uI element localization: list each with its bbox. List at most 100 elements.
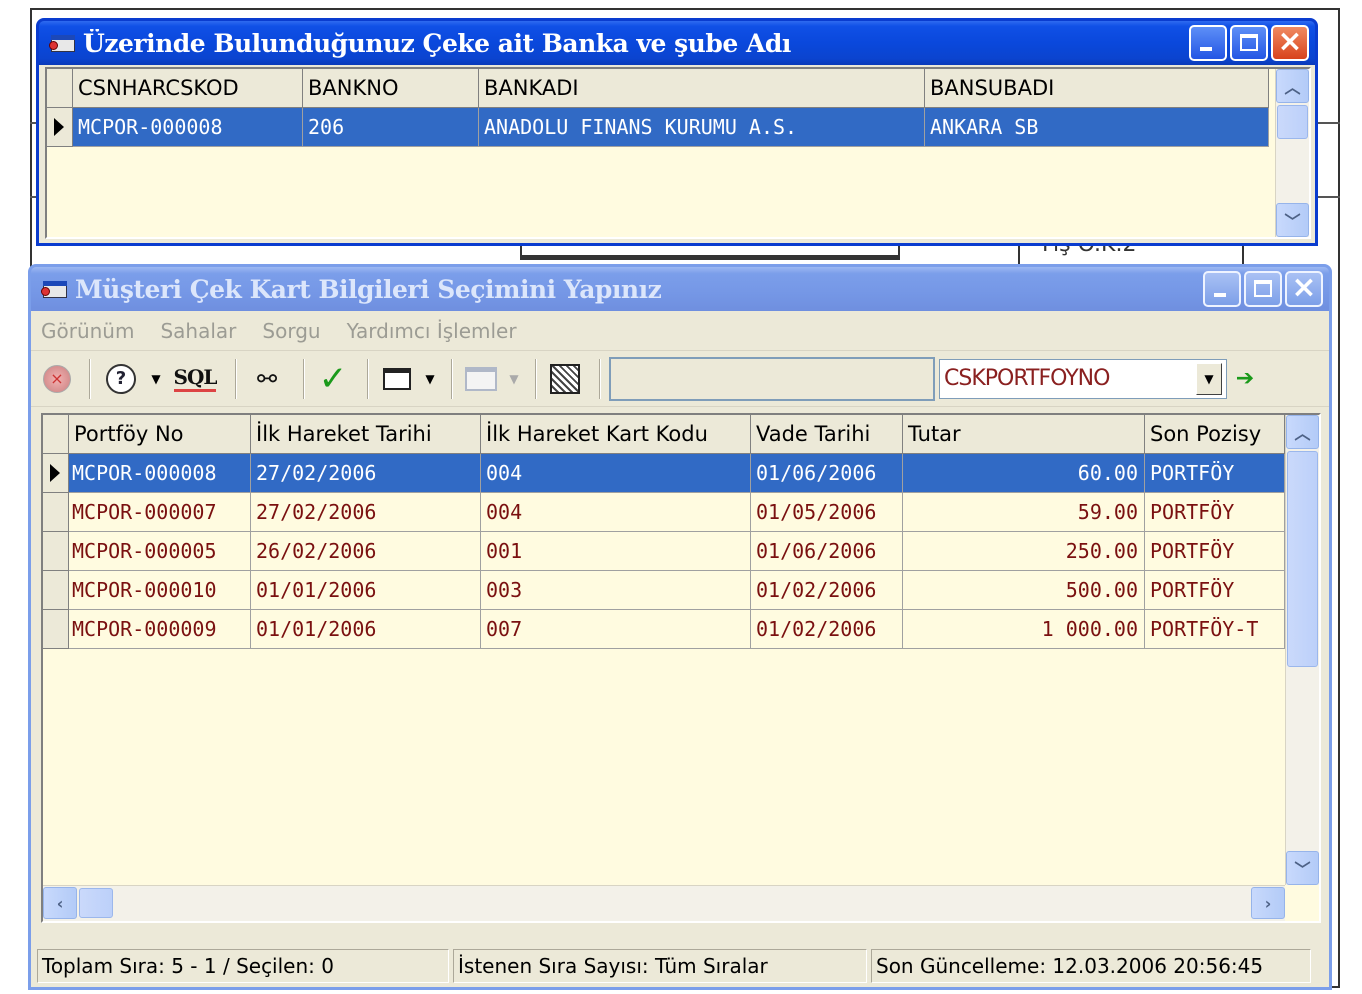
export-tool-button[interactable] (545, 359, 585, 399)
maximize-button[interactable] (1244, 271, 1282, 307)
grid-cell[interactable]: 003 (481, 571, 751, 610)
column-header[interactable]: BANKADI (479, 69, 925, 108)
grid-cell[interactable]: MCPOR-000007 (69, 493, 251, 532)
select-tool-button[interactable]: ✓ (313, 359, 353, 399)
grid-cell[interactable]: MCPOR-000009 (69, 610, 251, 649)
grid-cell[interactable]: 26/02/2006 (251, 532, 481, 571)
column-header[interactable]: Vade Tarihi (751, 415, 903, 454)
vertical-scrollbar[interactable]: ︿ ﹀ (1285, 415, 1319, 885)
find-tool-button[interactable]: ⚯ (245, 359, 289, 399)
help-dropdown[interactable]: ▼ (149, 359, 163, 399)
grid-cell[interactable]: 01/01/2006 (251, 610, 481, 649)
horizontal-scrollbar[interactable]: ‹ › (43, 885, 1285, 921)
bank-branch-window[interactable]: Üzerinde Bulunduğunuz Çeke ait Banka ve … (36, 18, 1318, 246)
go-button[interactable]: ➔ (1233, 359, 1257, 399)
windows-dropdown[interactable]: ▼ (423, 359, 437, 399)
row-indicator[interactable] (43, 415, 69, 454)
grid-cell[interactable]: PORTFÖY (1145, 532, 1285, 571)
row-indicator[interactable] (43, 571, 69, 610)
menu-item[interactable]: Görünüm (41, 319, 134, 343)
grid-cell[interactable]: PORTFÖY (1145, 493, 1285, 532)
search-input[interactable] (609, 356, 935, 401)
scroll-down-button[interactable]: ﹀ (1286, 851, 1319, 885)
menu-item[interactable]: Sorgu (262, 319, 320, 343)
column-header[interactable]: Son Pozisy (1145, 415, 1285, 454)
row-indicator[interactable] (43, 454, 69, 493)
table-row[interactable]: MCPOR-000009 01/01/2006 007 01/02/2006 1 000… (43, 610, 1285, 649)
grid-cell[interactable]: MCPOR-000010 (69, 571, 251, 610)
table-row[interactable]: MCPOR-000010 01/01/2006 003 01/02/2006 500.0… (43, 571, 1285, 610)
close-button[interactable]: × (1271, 24, 1309, 61)
vertical-scrollbar[interactable]: ︿ ﹀ (1275, 69, 1309, 237)
cancel-tool-button[interactable]: × (39, 359, 75, 399)
grid-cell[interactable]: 01/02/2006 (751, 571, 903, 610)
grid-cell[interactable]: PORTFÖY-T (1145, 610, 1285, 649)
scroll-up-button[interactable]: ︿ (1276, 69, 1309, 103)
table-row[interactable]: MCPOR-000007 27/02/2006 004 01/05/2006 59.00… (43, 493, 1285, 532)
help-tool-button[interactable]: ? (99, 359, 143, 399)
row-indicator[interactable] (43, 532, 69, 571)
column-header[interactable]: Tutar (903, 415, 1145, 454)
column-header[interactable]: İlk Hareket Tarihi (251, 415, 481, 454)
scroll-down-button[interactable]: ﹀ (1276, 203, 1309, 237)
windows-tool-button[interactable] (377, 359, 417, 399)
grid-cell[interactable]: 001 (481, 532, 751, 571)
grid-cell[interactable]: 004 (481, 454, 751, 493)
grid-cell[interactable]: MCPOR-000005 (69, 532, 251, 571)
field-select-dropdown-button[interactable]: ▼ (1196, 362, 1222, 395)
close-button[interactable]: × (1285, 270, 1323, 307)
scroll-up-button[interactable]: ︿ (1286, 415, 1319, 449)
grid-cell[interactable]: 59.00 (903, 493, 1145, 532)
row-indicator[interactable] (47, 69, 73, 108)
sql-tool-button[interactable]: SQL (169, 359, 221, 399)
scrollbar-thumb[interactable] (79, 888, 113, 918)
scrollbar-thumb[interactable] (1287, 451, 1318, 667)
grid-cell[interactable]: 01/06/2006 (751, 532, 903, 571)
row-indicator[interactable] (43, 493, 69, 532)
table-row[interactable]: MCPOR-000008 27/02/2006 004 01/06/2006 60.00… (43, 454, 1285, 493)
maximize-button[interactable] (1230, 25, 1268, 61)
row-indicator[interactable] (47, 108, 73, 147)
bank-grid[interactable]: CSNHARCSKOD BANKNO BANKADI BANSUBADI MCPOR-0… (45, 67, 1311, 239)
menu-item[interactable]: Sahalar (160, 319, 236, 343)
grid-cell[interactable]: 01/05/2006 (751, 493, 903, 532)
scroll-left-button[interactable]: ‹ (43, 887, 77, 919)
grid-cell[interactable]: 01/06/2006 (751, 454, 903, 493)
grid-cell[interactable]: 1 000.00 (903, 610, 1145, 649)
scroll-right-button[interactable]: › (1251, 887, 1285, 919)
grid-cell[interactable]: 004 (481, 493, 751, 532)
grid-cell[interactable]: MCPOR-000008 (69, 454, 251, 493)
grid-cell[interactable]: ANADOLU FINANS KURUMU A.S. (479, 108, 925, 147)
check-card-window[interactable]: Müşteri Çek Kart Bilgileri Seçimini Yapı… (28, 264, 1332, 990)
grid-cell[interactable]: PORTFÖY (1145, 454, 1285, 493)
table-row[interactable]: MCPOR-000008 206 ANADOLU FINANS KURUMU A.S… (47, 108, 1269, 147)
grid-cell[interactable]: 60.00 (903, 454, 1145, 493)
view-dropdown[interactable]: ▼ (507, 359, 521, 399)
column-header[interactable]: BANSUBADI (925, 69, 1269, 108)
grid-cell[interactable]: MCPOR-000008 (73, 108, 303, 147)
grid-cell[interactable]: ANKARA SB (925, 108, 1269, 147)
grid-cell[interactable]: 007 (481, 610, 751, 649)
menu-item[interactable]: Yardımcı İşlemler (347, 319, 517, 343)
minimize-button[interactable] (1189, 25, 1227, 61)
grid-cell[interactable]: 01/02/2006 (751, 610, 903, 649)
column-header[interactable]: CSNHARCSKOD (73, 69, 303, 108)
grid-cell[interactable]: 27/02/2006 (251, 493, 481, 532)
column-header[interactable]: BANKNO (303, 69, 479, 108)
column-header[interactable]: İlk Hareket Kart Kodu (481, 415, 751, 454)
check-grid[interactable]: Portföy No İlk Hareket Tarihi İlk Hareket … (41, 413, 1321, 923)
row-indicator[interactable] (43, 610, 69, 649)
grid-cell[interactable]: PORTFÖY (1145, 571, 1285, 610)
view-tool-button[interactable] (461, 359, 501, 399)
grid-cell[interactable]: 250.00 (903, 532, 1145, 571)
grid-cell[interactable]: 500.00 (903, 571, 1145, 610)
minimize-button[interactable] (1203, 271, 1241, 307)
scrollbar-thumb[interactable] (1277, 105, 1308, 139)
column-header[interactable]: Portföy No (69, 415, 251, 454)
grid-cell[interactable]: 27/02/2006 (251, 454, 481, 493)
bank-window-titlebar[interactable]: Üzerinde Bulunduğunuz Çeke ait Banka ve … (39, 21, 1315, 65)
check-window-titlebar[interactable]: Müşteri Çek Kart Bilgileri Seçimini Yapı… (31, 267, 1329, 311)
grid-cell[interactable]: 206 (303, 108, 479, 147)
table-row[interactable]: MCPOR-000005 26/02/2006 001 01/06/2006 250.0… (43, 532, 1285, 571)
grid-cell[interactable]: 01/01/2006 (251, 571, 481, 610)
